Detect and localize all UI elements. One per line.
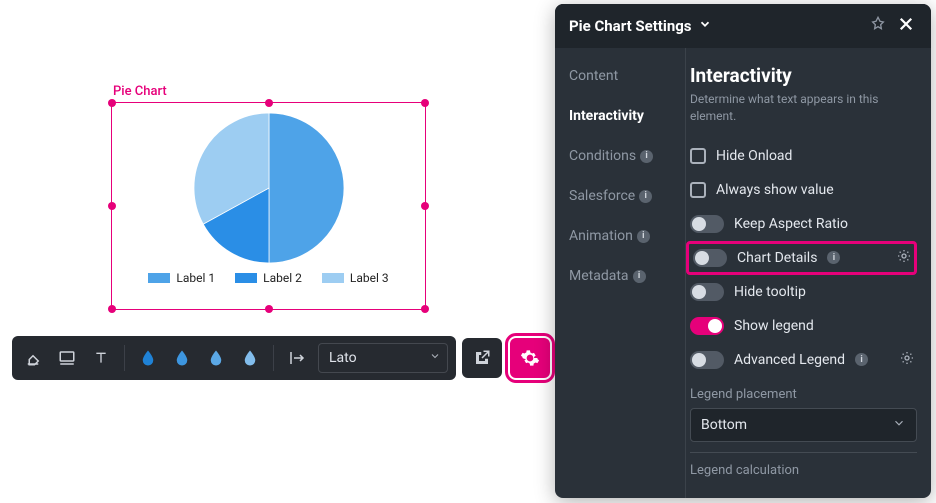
gear-icon[interactable] [899, 350, 915, 370]
legend-label: Label 2 [263, 271, 302, 285]
tab-conditions[interactable]: Conditions i [569, 148, 685, 164]
tab-animation[interactable]: Animation i [569, 228, 685, 244]
gear-icon[interactable] [896, 248, 912, 268]
chevron-down-icon[interactable] [698, 17, 712, 35]
settings-button[interactable] [510, 338, 550, 378]
color-drop-icon[interactable] [135, 345, 161, 371]
toggle[interactable] [690, 283, 724, 301]
info-icon: i [827, 251, 840, 264]
paint-bucket-icon[interactable] [20, 345, 46, 371]
font-select-value: Lato [329, 350, 357, 366]
toggle[interactable] [690, 317, 724, 335]
toggle[interactable] [693, 249, 727, 267]
settings-button-highlight [508, 336, 552, 380]
resize-handle[interactable] [108, 202, 116, 210]
align-icon[interactable] [284, 345, 310, 371]
setting-hide-onload: Hide Onload [690, 139, 917, 173]
color-drop-icon[interactable] [169, 345, 195, 371]
legend-swatch [235, 273, 257, 283]
setting-chart-details: Chart Details i [686, 241, 917, 275]
monitor-icon[interactable] [54, 345, 80, 371]
panel-content: Interactivity Determine what text appear… [685, 48, 931, 498]
setting-hide-tooltip: Hide tooltip [690, 275, 917, 309]
info-icon: i [855, 353, 868, 366]
resize-handle[interactable] [421, 99, 429, 107]
resize-handle[interactable] [265, 305, 273, 313]
resize-handle[interactable] [108, 99, 116, 107]
legend-label: Label 1 [176, 271, 215, 285]
element-label: Pie Chart [113, 84, 167, 99]
pin-icon[interactable] [867, 16, 889, 36]
divider [690, 452, 917, 453]
setting-label: Always show value [716, 182, 834, 198]
setting-label: Hide Onload [716, 148, 792, 164]
tab-interactivity[interactable]: Interactivity [569, 108, 685, 124]
select-value: Bottom [701, 417, 747, 433]
color-drop-icon[interactable] [203, 345, 229, 371]
setting-label: Keep Aspect Ratio [734, 216, 848, 232]
legend-swatch [322, 273, 344, 283]
section-title: Interactivity [690, 64, 917, 87]
pie-chart-element[interactable]: Label 1 Label 2 Label 3 [111, 102, 426, 310]
setting-keep-aspect-ratio: Keep Aspect Ratio [690, 207, 917, 241]
setting-label: Advanced Legend [734, 352, 845, 368]
toolbar-group-format: Lato [12, 336, 456, 380]
canvas-area: Pie Chart Label 1 Label 2 Label 3 [0, 0, 520, 503]
color-drop-icon[interactable] [237, 345, 263, 371]
tab-content[interactable]: Content [569, 68, 685, 84]
resize-handle[interactable] [265, 99, 273, 107]
info-icon: i [639, 190, 652, 203]
legend-placement-select[interactable]: Bottom [690, 408, 917, 442]
panel-title: Pie Chart Settings [569, 17, 692, 35]
setting-advanced-legend: Advanced Legend i [690, 343, 917, 377]
settings-panel: Pie Chart Settings Content Interactivity… [555, 4, 931, 498]
resize-handle[interactable] [421, 202, 429, 210]
setting-label: Show legend [734, 318, 814, 334]
legend-placement-label: Legend placement [690, 387, 917, 402]
panel-tabs: Content Interactivity Conditions i Sales… [555, 48, 685, 498]
legend-item: Label 2 [235, 271, 302, 285]
element-toolbar: Lato [12, 336, 598, 380]
info-icon: i [633, 270, 646, 283]
setting-label: Chart Details [737, 250, 817, 266]
legend-item: Label 1 [148, 271, 215, 285]
tab-metadata[interactable]: Metadata i [569, 268, 685, 284]
legend-item: Label 3 [322, 271, 389, 285]
toggle[interactable] [690, 215, 724, 233]
section-subtitle: Determine what text appears in this elem… [690, 91, 917, 125]
text-icon[interactable] [88, 345, 114, 371]
separator [273, 345, 274, 371]
chart-legend: Label 1 Label 2 Label 3 [112, 271, 425, 285]
setting-always-show-value: Always show value [690, 173, 917, 207]
panel-header: Pie Chart Settings [555, 4, 931, 48]
separator [124, 345, 125, 371]
tab-salesforce[interactable]: Salesforce i [569, 188, 685, 204]
chevron-down-icon [429, 350, 441, 366]
legend-label: Label 3 [350, 271, 389, 285]
resize-handle[interactable] [108, 305, 116, 313]
info-icon: i [637, 230, 650, 243]
open-external-button[interactable] [462, 338, 502, 378]
checkbox[interactable] [690, 182, 706, 198]
chevron-down-icon [892, 416, 906, 434]
close-icon[interactable] [895, 15, 917, 37]
setting-show-legend: Show legend [690, 309, 917, 343]
legend-swatch [148, 273, 170, 283]
toggle[interactable] [690, 351, 724, 369]
pie-chart-svg [194, 113, 344, 263]
info-icon: i [640, 150, 653, 163]
font-select[interactable]: Lato [318, 343, 448, 373]
resize-handle[interactable] [421, 305, 429, 313]
checkbox[interactable] [690, 148, 706, 164]
legend-calculation-label: Legend calculation [690, 463, 917, 478]
setting-label: Hide tooltip [734, 284, 806, 300]
